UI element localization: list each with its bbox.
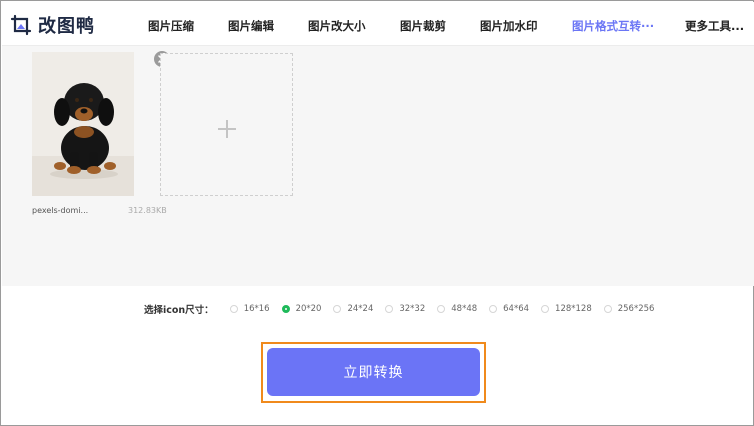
icon-size-selector: 选择icon尺寸： 16*16 20*20 24*24 32*32 48*48 …: [144, 302, 666, 316]
brand-name: 改图鸭: [38, 16, 95, 37]
radio-button[interactable]: [489, 305, 498, 313]
upload-area: pexels-domi... 312.83KB: [2, 46, 754, 286]
file-thumbnail: [32, 52, 134, 196]
nav-item-format-convert[interactable]: 图片格式互转···: [572, 18, 654, 34]
size-option-32[interactable]: 32*32: [385, 304, 425, 314]
radio-button[interactable]: [437, 305, 446, 313]
radio-button-checked[interactable]: [281, 305, 290, 313]
size-option-24[interactable]: 24*24: [333, 304, 373, 314]
nav-item-edit[interactable]: 图片编辑: [228, 18, 274, 34]
file-card: pexels-domi... 312.83KB: [16, 51, 170, 216]
plus-icon: [218, 120, 236, 138]
radio-button[interactable]: [333, 305, 342, 313]
puppy-photo: [32, 52, 134, 196]
nav-item-watermark[interactable]: 图片加水印: [480, 18, 538, 34]
radio-button[interactable]: [229, 305, 238, 313]
file-name: pexels-domi...: [32, 206, 89, 215]
size-option-48[interactable]: 48*48: [437, 304, 477, 314]
size-option-16[interactable]: 16*16: [229, 304, 270, 314]
size-option-128[interactable]: 128*128: [541, 304, 592, 314]
icon-size-label: 选择icon尺寸：: [144, 305, 214, 316]
top-navbar: 改图鸭 图片压缩 图片编辑 图片改大小 图片裁剪 图片加水印 图片格式互转···…: [2, 2, 754, 46]
radio-button[interactable]: [603, 305, 612, 313]
brand-logo[interactable]: 改图鸭: [10, 12, 95, 38]
convert-now-button[interactable]: 立即转换: [267, 348, 480, 396]
nav-item-crop[interactable]: 图片裁剪: [400, 18, 446, 34]
image-crop-logo-icon: [10, 14, 32, 36]
add-image-button[interactable]: [160, 53, 293, 196]
file-size: 312.83KB: [128, 206, 167, 215]
nav-item-compress[interactable]: 图片压缩: [148, 18, 194, 34]
radio-button[interactable]: [385, 305, 394, 313]
nav-item-resize[interactable]: 图片改大小: [308, 18, 366, 34]
size-option-64[interactable]: 64*64: [489, 304, 529, 314]
size-option-256[interactable]: 256*256: [603, 304, 654, 314]
nav-item-more-tools[interactable]: 更多工具...: [685, 18, 744, 34]
app-window: 改图鸭 图片压缩 图片编辑 图片改大小 图片裁剪 图片加水印 图片格式互转···…: [0, 0, 754, 426]
size-option-20[interactable]: 20*20: [281, 304, 321, 314]
radio-button[interactable]: [541, 305, 550, 313]
